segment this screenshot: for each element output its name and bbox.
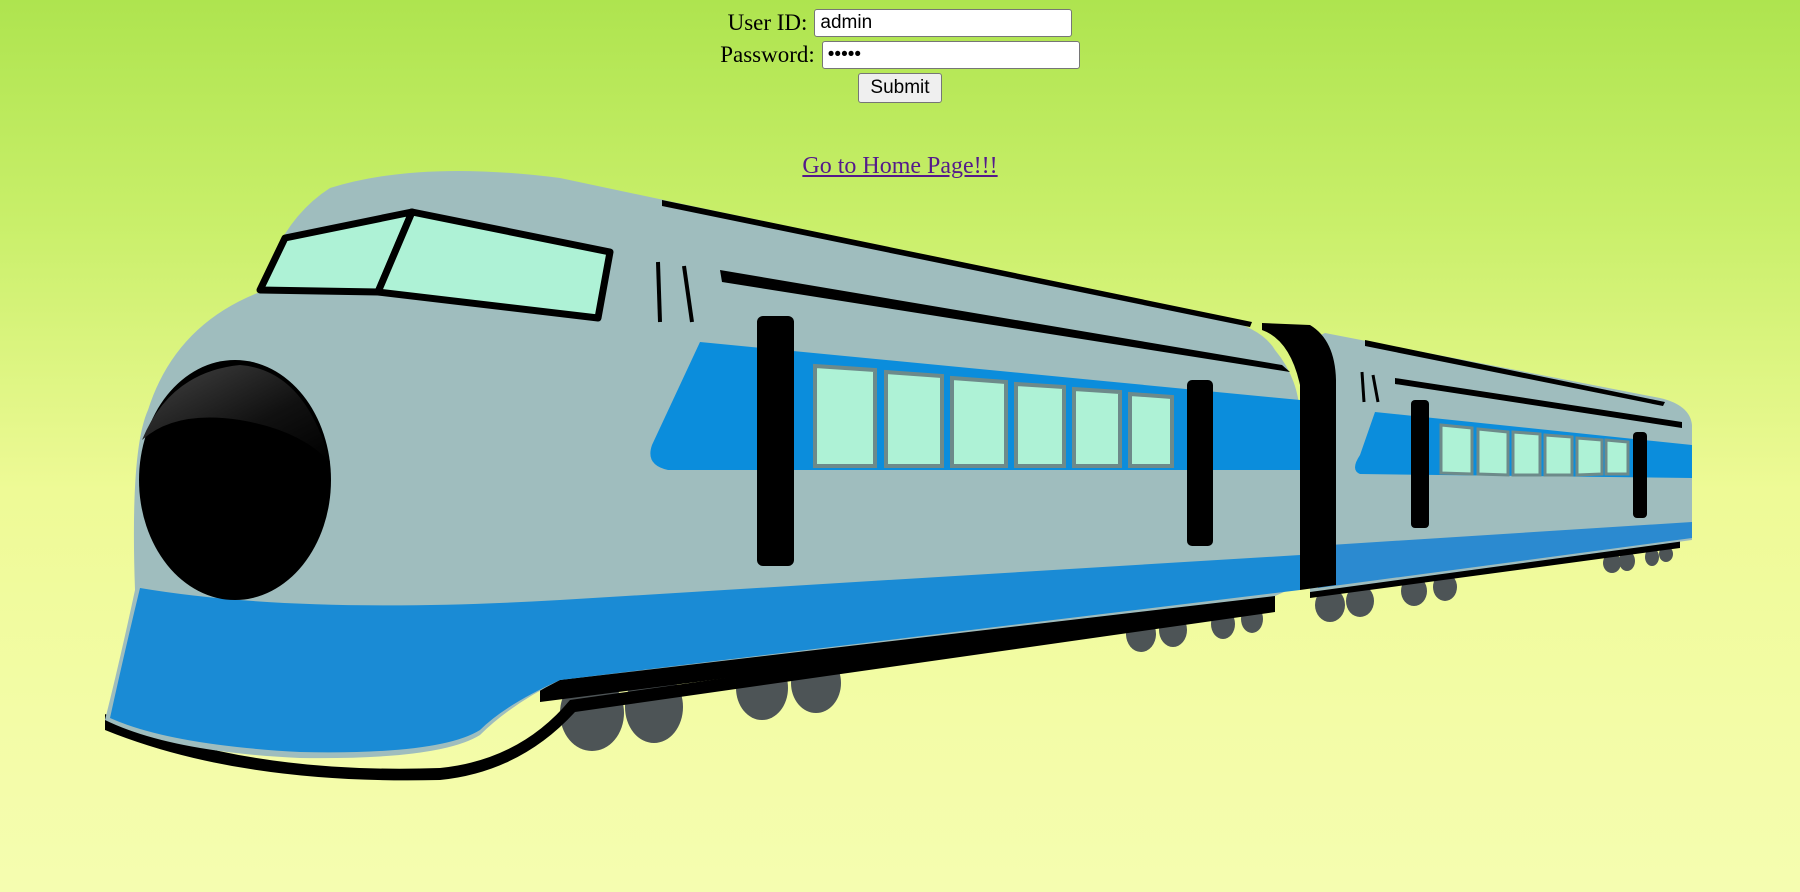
user-id-input[interactable] [814,9,1073,37]
submit-button[interactable]: Submit [858,73,942,103]
user-id-row: User ID: [0,7,1800,39]
password-label: Password: [720,42,815,67]
user-id-label: User ID: [727,10,808,35]
submit-row: Submit [0,71,1800,105]
home-page-link[interactable]: Go to Home Page!!! [802,153,997,179]
front-car [105,170,1300,781]
home-link-container: Go to Home Page!!! [0,153,1800,180]
bullet-train-icon [105,170,1692,781]
rear-car [1310,333,1692,622]
login-form: User ID: Password: Submit [0,7,1800,105]
password-row: Password: [0,39,1800,71]
train-nose [139,360,331,600]
password-input[interactable] [821,41,1080,69]
